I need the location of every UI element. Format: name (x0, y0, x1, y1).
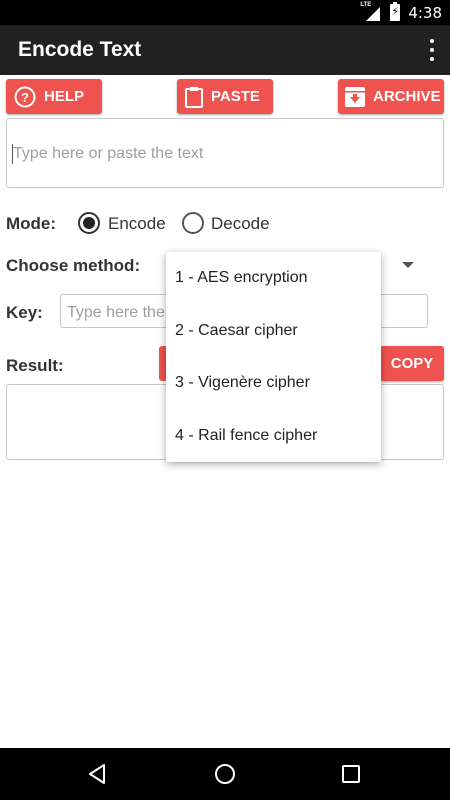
navigation-bar (0, 748, 450, 800)
result-label: Result: (6, 356, 64, 375)
key-label: Key: (6, 303, 43, 322)
overflow-menu-icon[interactable] (428, 39, 436, 61)
paste-button[interactable]: PASTE (177, 79, 273, 114)
text-input[interactable]: Type here or paste the text (6, 118, 444, 188)
help-button[interactable]: ? HELP (6, 79, 102, 114)
copy-label: COPY (390, 355, 434, 372)
paste-label: PASTE (211, 88, 260, 105)
status-bar: LTE ⚡ 4:38 (0, 0, 450, 25)
method-dropdown: 1 - AES encryption 2 - Caesar cipher 3 -… (166, 252, 381, 462)
method-label: Choose method: (6, 256, 141, 275)
dropdown-item-aes[interactable]: 1 - AES encryption (175, 269, 308, 287)
help-label: HELP (44, 88, 85, 105)
dropdown-item-vigenere[interactable]: 3 - Vigenère cipher (175, 374, 310, 392)
encode-radio-label[interactable]: Encode (108, 214, 166, 234)
text-input-placeholder: Type here or paste the text (13, 145, 204, 162)
archive-icon (345, 86, 365, 107)
decode-radio-label[interactable]: Decode (211, 214, 270, 234)
decode-radio[interactable] (182, 212, 204, 234)
archive-label: ARCHIVE (373, 88, 441, 105)
recents-icon[interactable] (341, 763, 361, 790)
svg-text:?: ? (21, 90, 29, 105)
encode-radio[interactable] (78, 212, 100, 234)
clipboard-icon (185, 86, 203, 108)
copy-button[interactable]: COPY (380, 346, 444, 381)
help-icon: ? (14, 86, 36, 108)
page-title: Encode Text (18, 38, 142, 61)
dropdown-item-caesar[interactable]: 2 - Caesar cipher (175, 322, 298, 340)
dropdown-item-rail-fence[interactable]: 4 - Rail fence cipher (175, 427, 317, 445)
archive-button[interactable]: ARCHIVE (338, 79, 444, 114)
back-icon[interactable] (87, 763, 109, 790)
network-type: LTE (360, 1, 372, 8)
spinner-arrow-icon[interactable] (402, 262, 414, 268)
home-icon[interactable] (213, 763, 237, 790)
mode-label: Mode: (6, 214, 57, 233)
battery-icon: ⚡ (390, 2, 401, 21)
signal-icon: LTE (360, 1, 382, 21)
key-input-placeholder: Type here the (67, 304, 165, 321)
clock: 4:38 (408, 3, 442, 22)
app-bar: Encode Text (0, 25, 450, 75)
